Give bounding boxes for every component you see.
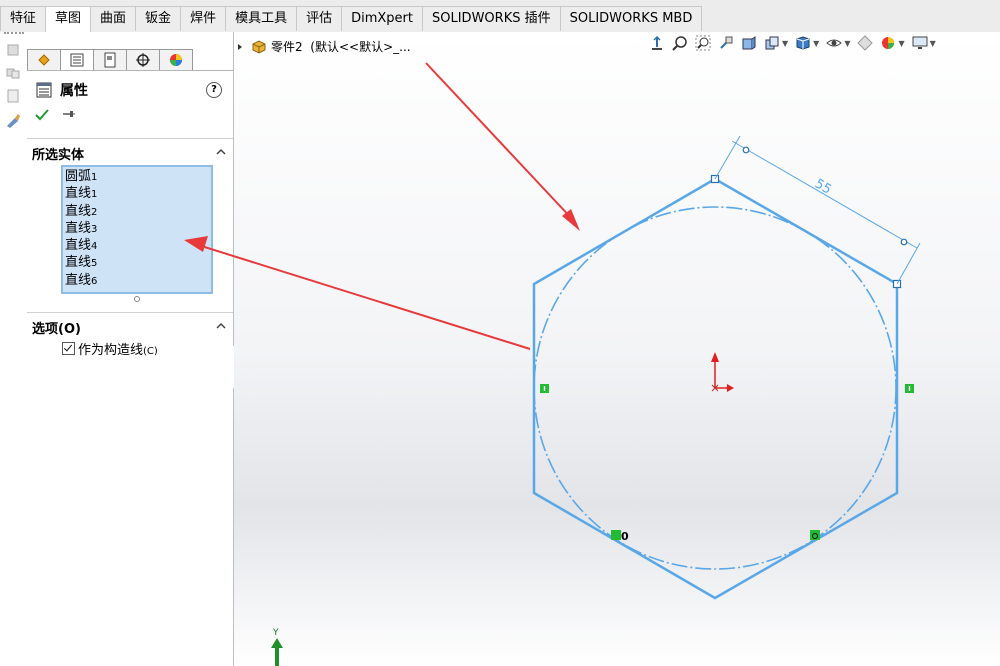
- arrowhead-icon: [184, 236, 208, 252]
- origin-arrow-icon: [727, 384, 734, 392]
- dimension-handle[interactable]: [900, 238, 908, 246]
- tangent-relation-icon[interactable]: [611, 530, 621, 540]
- extension-line: [896, 242, 921, 285]
- relation-label: 0: [621, 530, 629, 543]
- sketch-graphics: 55 0 Y: [184, 62, 921, 666]
- triad-y-axis: [275, 645, 279, 666]
- extension-line: [714, 135, 741, 180]
- annotation-arrow: [425, 62, 575, 222]
- annotation-arrow: [194, 243, 531, 350]
- triad-arrow-icon: [271, 638, 283, 648]
- origin-arrow-icon: [711, 352, 719, 362]
- dimension-handle[interactable]: [742, 146, 750, 154]
- dimension-value[interactable]: 55: [812, 176, 834, 197]
- triad-y-label: Y: [272, 628, 279, 638]
